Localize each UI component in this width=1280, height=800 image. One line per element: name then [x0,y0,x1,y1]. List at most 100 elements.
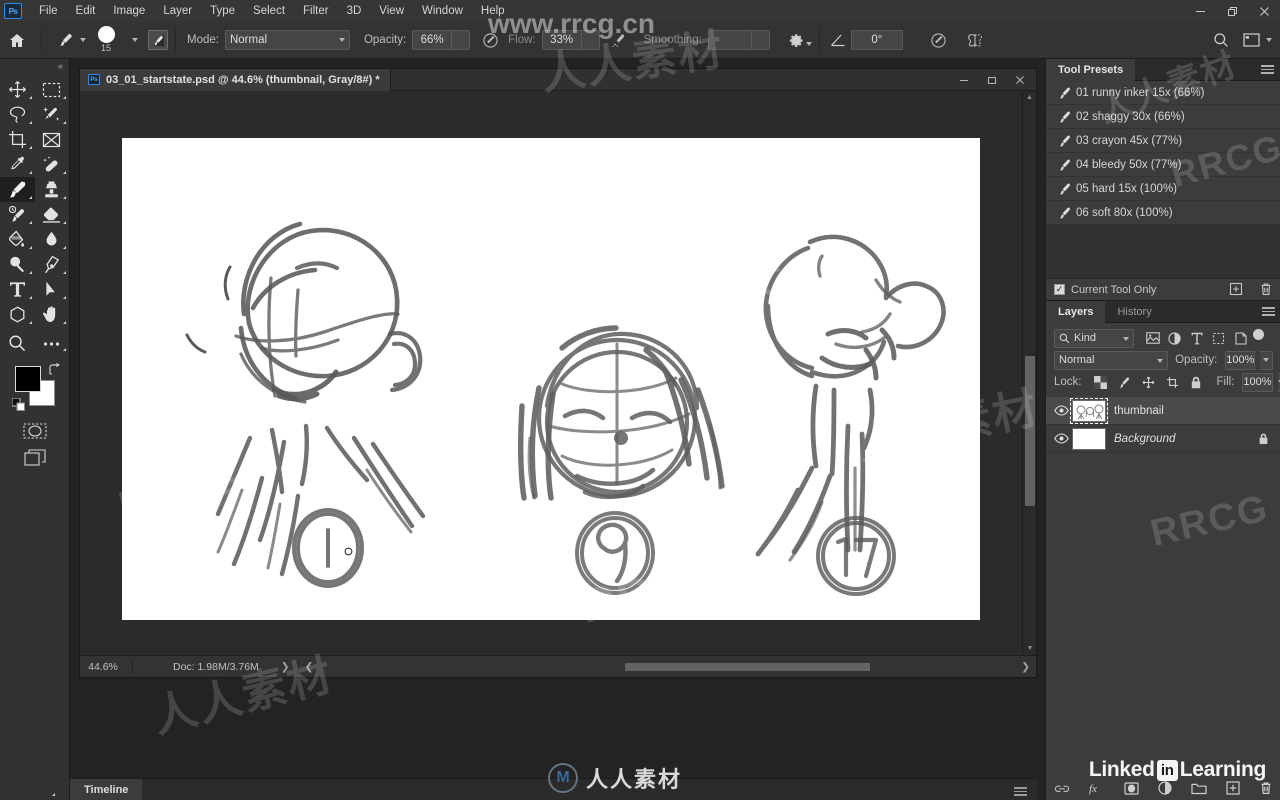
lock-position-icon[interactable] [1141,375,1156,390]
tool-preset-item[interactable]: 05 hard 15x (100%) [1046,177,1280,201]
flow-input[interactable]: 33% [541,30,582,50]
clone-stamp-tool[interactable] [35,177,70,202]
screen-mode-icon[interactable] [0,444,69,796]
quick-mask-icon[interactable] [0,418,69,444]
flow-stepper[interactable] [581,30,600,50]
path-selection-tool[interactable] [35,277,70,302]
blend-mode-select[interactable]: Normal [224,30,350,50]
horizontal-type-tool[interactable] [0,277,35,302]
symmetry-butterfly-icon[interactable] [963,28,987,52]
layer-visibility-icon[interactable] [1050,405,1072,416]
pressure-opacity-icon[interactable] [478,28,502,52]
layer-style-fx-icon[interactable]: fx [1089,781,1105,795]
layer-opacity-stepper[interactable] [1260,350,1273,370]
airbrush-icon[interactable] [608,28,632,52]
tab-timeline[interactable]: Timeline [70,778,143,800]
quick-selection-tool[interactable] [35,102,70,127]
panel-menu-icon[interactable] [1262,307,1275,316]
pen-tool[interactable] [35,252,70,277]
link-layers-icon[interactable] [1054,782,1070,795]
eraser-tool[interactable] [35,202,70,227]
history-brush-tool[interactable] [0,202,35,227]
canvas-vertical-scrollbar[interactable]: ▲ ▼ [1022,91,1036,655]
panel-menu-icon[interactable] [1014,787,1027,796]
frame-tool[interactable] [35,127,70,152]
edit-toolbar-button[interactable] [35,331,70,356]
lock-image-pixels-icon[interactable] [1117,375,1132,390]
tool-preset-item[interactable]: 02 shaggy 30x (66%) [1046,105,1280,129]
brush-size-preview[interactable]: 15 [86,22,126,59]
layer-opacity-input[interactable]: 100% [1225,350,1256,370]
layer-visibility-icon[interactable] [1050,433,1072,444]
tab-layers[interactable]: Layers [1046,300,1106,323]
menu-image[interactable]: Image [104,0,154,22]
crop-tool[interactable] [0,127,35,152]
document-close-button[interactable] [1006,70,1034,89]
current-tool-only-checkbox[interactable]: ✓ [1054,284,1065,295]
dodge-tool[interactable] [0,252,35,277]
move-tool[interactable] [0,77,35,102]
scroll-down-arrow-icon[interactable]: ▼ [1023,642,1037,655]
type-filter-icon[interactable] [1189,331,1204,346]
vertical-scroll-thumb[interactable] [1025,356,1035,506]
menu-help[interactable]: Help [472,0,514,22]
layer-name[interactable]: thumbnail [1114,405,1164,417]
canvas-area[interactable] [80,91,1036,655]
gradient-tool[interactable] [0,227,35,252]
layer-fill-input[interactable]: 100% [1242,372,1273,392]
smart-object-filter-icon[interactable] [1233,331,1248,346]
tab-tool-presets[interactable]: Tool Presets [1046,58,1136,81]
new-preset-icon[interactable] [1229,282,1243,296]
layer-blend-mode-select[interactable]: Normal [1054,350,1169,370]
delete-layer-icon[interactable] [1259,781,1273,795]
trash-icon[interactable] [1259,282,1273,296]
lock-all-icon[interactable] [1189,375,1204,390]
layer-name[interactable]: Background [1114,433,1175,445]
hand-tool[interactable] [35,302,70,327]
layer-thumbnail[interactable] [1072,427,1106,450]
eyedropper-tool[interactable] [0,152,35,177]
foreground-color-swatch[interactable] [15,366,41,392]
status-next-arrow-icon[interactable]: ❯ [1021,661,1030,673]
opacity-stepper[interactable] [452,30,471,50]
filter-enable-toggle[interactable] [1253,328,1264,348]
tool-preset-item[interactable]: 01 runny inker 15x (66%) [1046,81,1280,105]
document-minimize-button[interactable] [950,70,978,89]
brush-tool[interactable] [0,177,35,202]
layer-thumbnail[interactable] [1070,397,1108,424]
search-icon[interactable] [1213,32,1229,48]
image-canvas[interactable] [122,138,980,620]
adjustment-filter-icon[interactable] [1167,331,1182,346]
home-icon[interactable] [0,33,34,48]
spot-healing-brush-tool[interactable] [35,152,70,177]
shape-filter-icon[interactable] [1211,331,1226,346]
pressure-size-icon[interactable] [927,28,951,52]
new-group-icon[interactable] [1191,782,1207,795]
smoothing-stepper[interactable] [751,30,770,50]
scroll-up-arrow-icon[interactable]: ▲ [1023,91,1036,104]
document-maximize-button[interactable] [978,70,1006,89]
layer-filter-kind-select[interactable]: Kind [1054,328,1134,348]
horizontal-scroll-thumb[interactable] [625,663,870,671]
tool-preset-picker[interactable] [49,32,86,49]
table-row[interactable]: Background [1046,425,1280,453]
table-row[interactable]: thumbnail [1046,397,1280,425]
brush-preset-chevron-down-icon[interactable] [132,38,138,42]
menu-select[interactable]: Select [244,0,294,22]
lasso-tool[interactable] [0,102,35,127]
zoom-tool[interactable] [0,331,35,356]
blur-tool[interactable] [35,227,70,252]
tool-preset-item[interactable]: 04 bleedy 50x (77%) [1046,153,1280,177]
document-tab[interactable]: Ps 03_01_startstate.psd @ 44.6% (thumbna… [80,68,391,91]
maximize-restore-button[interactable] [1216,0,1248,22]
opacity-input[interactable]: 66% [412,30,453,50]
tool-preset-item[interactable]: 06 soft 80x (100%) [1046,201,1280,225]
menu-filter[interactable]: Filter [294,0,338,22]
minimize-button[interactable] [1184,0,1216,22]
close-button[interactable] [1248,0,1280,22]
swap-colors-icon[interactable] [48,363,61,376]
tool-preset-item[interactable]: 03 crayon 45x (77%) [1046,129,1280,153]
default-colors-icon[interactable] [12,398,25,411]
menu-file[interactable]: File [30,0,67,22]
workspace-switcher[interactable] [1243,33,1272,47]
